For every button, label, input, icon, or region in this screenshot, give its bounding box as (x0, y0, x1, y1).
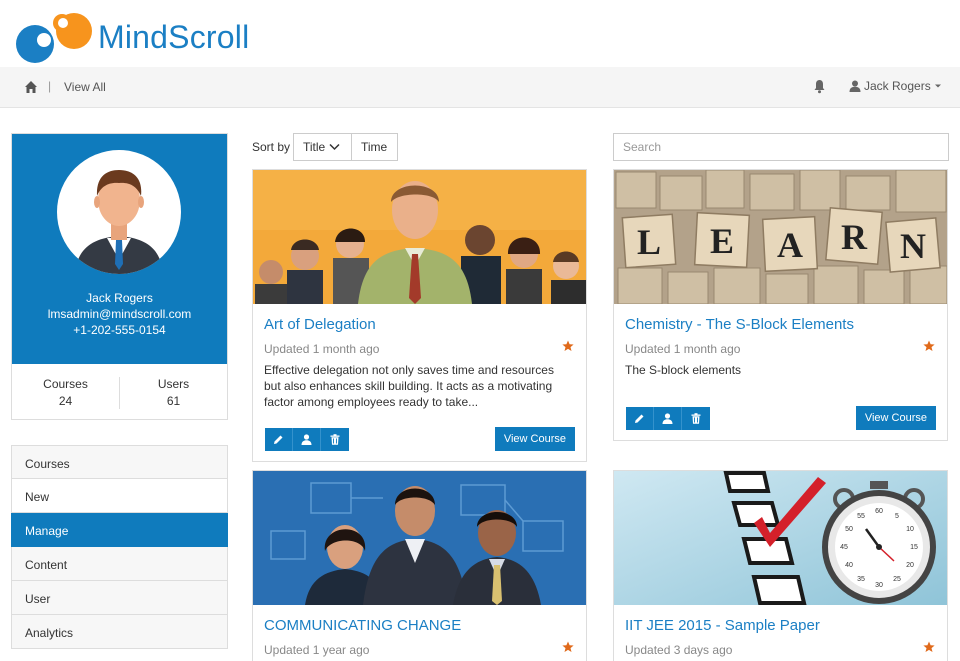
course-title[interactable]: Chemistry - The S-Block Elements (625, 316, 854, 333)
pencil-icon (635, 414, 644, 423)
tile-letter: N (900, 226, 926, 266)
dial-number: 20 (906, 562, 914, 569)
profile-card: Jack Rogers lmsadmin@mindscroll.com +1-2… (11, 133, 228, 420)
tile-letter: A (777, 225, 803, 265)
stat-users-value: 61 (166, 394, 181, 408)
sidenav-item-user[interactable]: User (11, 581, 228, 615)
brand-name: MindScroll (98, 18, 250, 55)
course-image-learn[interactable]: L E A R N (614, 170, 947, 304)
course-card: L E A R N Chemistry - The S-Block Elemen… (613, 169, 948, 441)
course-card: Art of Delegation Updated 1 month ago Ef… (252, 169, 587, 462)
tile-letter: L (637, 222, 661, 262)
course-updated: Updated 1 year ago (264, 643, 370, 657)
sidenav-item-analytics[interactable]: Analytics (11, 615, 228, 649)
sort-time-label: Time (361, 140, 388, 154)
course-title[interactable]: COMMUNICATING CHANGE (264, 617, 461, 634)
mindscroll-logo-icon (14, 11, 96, 63)
trash-icon (330, 434, 340, 445)
course-image-checklist[interactable]: 60 55 5 10 50 15 45 20 40 25 35 30 (614, 471, 947, 605)
avatar (57, 150, 181, 274)
course-actions (626, 407, 710, 430)
view-all-link[interactable]: View All (64, 80, 106, 94)
tile-letter: R (841, 217, 868, 257)
chevron-down-icon (329, 143, 340, 151)
course-updated: Updated 1 month ago (264, 342, 380, 356)
course-image-delegation[interactable] (253, 170, 586, 304)
profile-header: Jack Rogers lmsadmin@mindscroll.com +1-2… (12, 134, 227, 364)
profile-phone: +1-202-555-0154 (73, 323, 166, 337)
profile-email: lmsadmin@mindscroll.com (47, 307, 192, 321)
dial-number: 50 (845, 526, 853, 533)
course-title[interactable]: Art of Delegation (264, 316, 376, 333)
stat-users: Users 61 (120, 377, 227, 408)
course-card: 60 55 5 10 50 15 45 20 40 25 35 30 IIT J… (613, 470, 948, 661)
top-navbar: | View All Jack Rogers (0, 67, 960, 108)
star-icon[interactable] (562, 641, 574, 653)
stat-users-label: Users (157, 377, 190, 391)
course-updated: Updated 1 month ago (625, 342, 741, 356)
sort-title-label: Title (303, 140, 326, 154)
sort-label: Sort by (252, 140, 291, 154)
edit-button[interactable] (626, 407, 654, 430)
user-icon (301, 434, 312, 445)
users-button[interactable] (654, 407, 682, 430)
stat-courses-value: 24 (58, 394, 73, 408)
dial-number: 10 (906, 526, 914, 533)
trash-icon (691, 413, 701, 424)
star-icon[interactable] (562, 340, 574, 352)
nav-separator: | (48, 79, 52, 93)
dial-number: 60 (875, 508, 883, 515)
home-icon[interactable] (24, 80, 38, 94)
businessman-avatar-icon (75, 170, 163, 274)
dial-number: 35 (857, 576, 865, 583)
dial-number: 25 (893, 576, 901, 583)
user-icon (849, 80, 861, 92)
pencil-icon (274, 435, 283, 444)
brand[interactable]: MindScroll (14, 8, 249, 66)
view-course-button[interactable]: View Course (494, 427, 575, 451)
bell-icon[interactable] (813, 79, 826, 94)
course-updated: Updated 3 days ago (625, 643, 733, 657)
sort-title-button[interactable]: Title (293, 133, 352, 161)
scrabble-tiles-icon: L E A R N (614, 170, 947, 304)
caret-down-icon (934, 84, 941, 88)
view-course-button[interactable]: View Course (855, 406, 936, 430)
sidenav-item-manage[interactable]: Manage (11, 513, 228, 547)
tile-letter: E (710, 221, 734, 261)
user-icon (662, 413, 673, 424)
dial-number: 15 (910, 544, 918, 551)
course-description: Effective delegation not only saves time… (264, 363, 554, 409)
star-icon[interactable] (923, 340, 935, 352)
sidenav-item-courses[interactable]: Courses (11, 445, 228, 479)
sidenav-item-content[interactable]: Content (11, 547, 228, 581)
star-icon[interactable] (923, 641, 935, 653)
delete-button[interactable] (321, 428, 349, 451)
sidenav-item-new[interactable]: New (11, 479, 228, 513)
users-button[interactable] (293, 428, 321, 451)
profile-name: Jack Rogers (86, 291, 153, 305)
dial-number: 55 (857, 513, 865, 520)
dial-number: 40 (845, 562, 853, 569)
user-menu-name: Jack Rogers (864, 79, 931, 93)
user-menu[interactable]: Jack Rogers (849, 79, 942, 93)
course-card: COMMUNICATING CHANGE Updated 1 year ago (252, 470, 587, 661)
course-image-communicating[interactable] (253, 471, 586, 605)
dial-number: 5 (895, 513, 899, 520)
course-actions (265, 428, 349, 451)
search-input[interactable] (613, 133, 949, 161)
stat-courses-label: Courses (43, 377, 88, 391)
business-team-photo-icon (253, 471, 586, 605)
course-title[interactable]: IIT JEE 2015 - Sample Paper (625, 617, 820, 634)
side-nav: Courses New Manage Content User Analytic… (11, 445, 228, 649)
dial-number: 30 (875, 582, 883, 589)
edit-button[interactable] (265, 428, 293, 451)
sort-time-button[interactable]: Time (351, 133, 398, 161)
dial-number: 45 (840, 544, 848, 551)
team-photo-icon (253, 170, 586, 304)
stat-courses: Courses 24 (12, 377, 119, 408)
course-description: The S-block elements (625, 363, 742, 377)
delete-button[interactable] (682, 407, 710, 430)
checklist-stopwatch-icon: 60 55 5 10 50 15 45 20 40 25 35 30 (614, 471, 947, 605)
